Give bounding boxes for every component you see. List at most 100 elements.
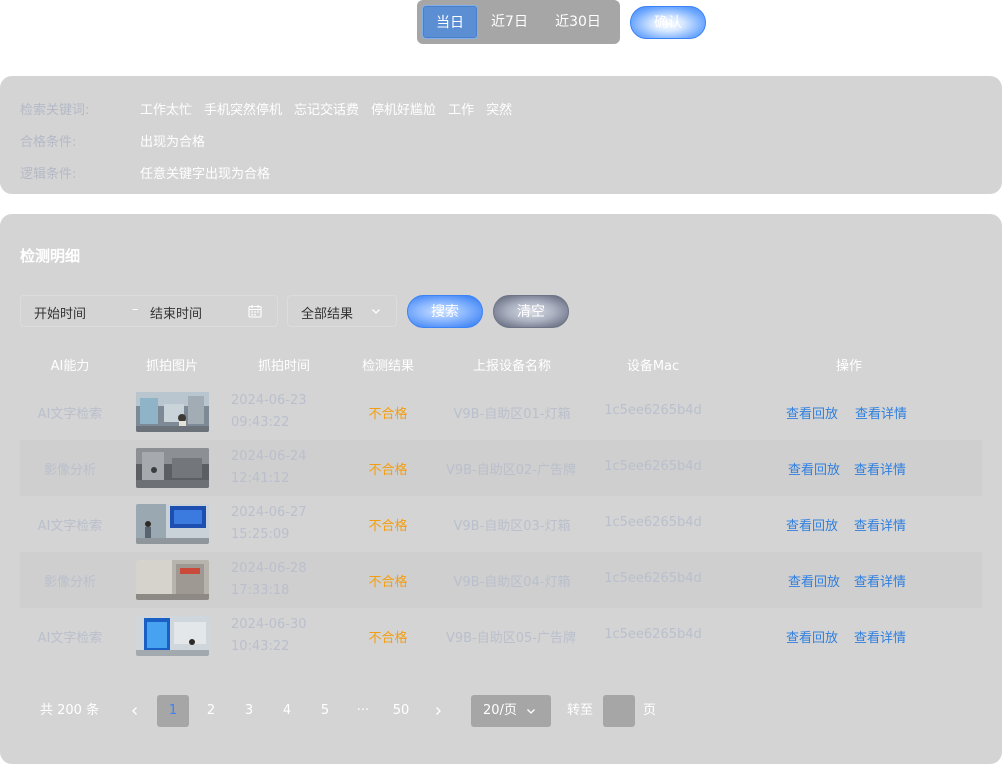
page-number-current[interactable]: 1 xyxy=(157,695,189,727)
device-mac-cell: 1c5ee6265b4d xyxy=(604,571,702,586)
table-row: AI文字检索 2024-06-30 10:43:22 不合格 V9B-自助区05-… xyxy=(20,608,982,664)
time-range-segmented-control: 当日 近7日 近30日 xyxy=(417,0,620,44)
capture-time-cell: 2024-06-30 10:43:22 xyxy=(231,614,307,658)
device-mac-cell: 1c5ee6265b4d xyxy=(604,403,702,418)
view-replay-link[interactable]: 查看回放 xyxy=(786,627,838,646)
snapshot-thumbnail[interactable] xyxy=(136,504,209,544)
view-replay-link[interactable]: 查看回放 xyxy=(788,571,840,590)
snapshot-thumbnail[interactable] xyxy=(136,560,209,600)
page-size-select[interactable]: 20/页 xyxy=(471,695,551,727)
page-number[interactable]: 3 xyxy=(233,695,265,727)
device-mac-cell: 1c5ee6265b4d xyxy=(604,459,702,474)
capture-clock: 09:43:22 xyxy=(231,415,290,430)
capture-clock: 15:25:09 xyxy=(231,527,290,542)
table-row: 影像分析 2024-06-24 12:41:12 不合格 V9B-自助区02-广告… xyxy=(20,440,982,496)
view-detail-link[interactable]: 查看详情 xyxy=(855,403,907,422)
start-time-input[interactable]: 开始时间 xyxy=(34,303,86,322)
page-size-value: 20/页 xyxy=(483,703,517,718)
time-option-30-days[interactable]: 近30日 xyxy=(543,5,613,39)
column-header: 操作 xyxy=(835,359,862,374)
snapshot-thumbnail[interactable] xyxy=(136,616,209,656)
device-name-cell: V9B-自助区05-广告牌 xyxy=(445,631,576,646)
result-filter-value: 全部结果 xyxy=(301,307,354,322)
page-number[interactable]: 5 xyxy=(309,695,341,727)
capture-date: 2024-06-30 xyxy=(231,617,307,632)
capture-date: 2024-06-24 xyxy=(231,449,307,464)
detection-detail-panel: 检测明细 开始时间 – 结束时间 全部结果 搜索 清空 AI能力 抓拍图片 抓拍… xyxy=(0,214,1002,764)
view-detail-link[interactable]: 查看详情 xyxy=(854,459,906,478)
keyword-tag: 忘记交话费 xyxy=(294,103,360,118)
result-cell: 不合格 xyxy=(368,519,408,534)
view-replay-link[interactable]: 查看回放 xyxy=(786,515,838,534)
pagination-total: 共 200 条 xyxy=(40,703,100,718)
ai-ability-cell: AI文字检索 xyxy=(37,631,103,646)
end-time-input[interactable]: 结束时间 xyxy=(150,303,202,322)
conditions-panel: 检索关键词: 工作太忙 手机突然停机 忘记交话费 停机好尴尬 工作 突然 合格条件: 出现… xyxy=(0,76,1002,194)
view-replay-link[interactable]: 查看回放 xyxy=(788,459,840,478)
keyword-tag: 停机好尴尬 xyxy=(371,103,437,118)
capture-time-cell: 2024-06-28 17:33:18 xyxy=(231,558,307,602)
range-separator: – xyxy=(132,302,139,317)
column-header: 检测结果 xyxy=(361,359,414,374)
result-cell: 不合格 xyxy=(368,463,408,478)
page-number[interactable]: 2 xyxy=(195,695,227,727)
column-header: 上报设备名称 xyxy=(472,359,551,374)
ai-ability-cell: AI文字检索 xyxy=(37,407,103,422)
ai-ability-cell: 影像分析 xyxy=(43,463,96,478)
keywords-list: 工作太忙 手机突然停机 忘记交话费 停机好尴尬 工作 突然 xyxy=(140,99,524,118)
pass-condition-value: 出现为合格 xyxy=(140,135,206,150)
table-header: AI能力 抓拍图片 抓拍时间 检测结果 上报设备名称 设备Mac 操作 xyxy=(0,355,1002,375)
device-mac-cell: 1c5ee6265b4d xyxy=(604,515,702,530)
chevron-down-icon xyxy=(372,309,380,314)
logic-condition-value: 任意关键字出现为合格 xyxy=(140,167,271,182)
jump-page-input[interactable] xyxy=(603,695,635,727)
view-detail-link[interactable]: 查看详情 xyxy=(854,571,906,590)
table-row: 影像分析 2024-06-28 17:33:18 不合格 V9B-自助区04-灯箱… xyxy=(20,552,982,608)
page-ellipsis[interactable]: ··· xyxy=(347,695,379,727)
capture-clock: 10:43:22 xyxy=(231,639,290,654)
jump-label: 转至 xyxy=(567,703,594,718)
column-header: 抓拍图片 xyxy=(145,359,198,374)
column-header: 抓拍时间 xyxy=(257,359,310,374)
confirm-button[interactable]: 确认 xyxy=(630,6,706,39)
result-filter-select[interactable]: 全部结果 xyxy=(287,295,397,327)
capture-time-cell: 2024-06-27 15:25:09 xyxy=(231,502,307,546)
page-suffix-label: 页 xyxy=(643,703,657,718)
view-detail-link[interactable]: 查看详情 xyxy=(854,627,906,646)
device-name-cell: V9B-自助区04-灯箱 xyxy=(453,575,571,590)
keyword-tag: 工作 xyxy=(448,103,475,118)
clear-button[interactable]: 清空 xyxy=(493,295,569,328)
column-header: AI能力 xyxy=(50,359,90,374)
chevron-left-icon[interactable] xyxy=(129,705,141,717)
capture-clock: 12:41:12 xyxy=(231,471,290,486)
time-option-today[interactable]: 当日 xyxy=(422,5,478,39)
date-range-picker[interactable]: 开始时间 – 结束时间 xyxy=(20,295,278,327)
capture-time-cell: 2024-06-23 09:43:22 xyxy=(231,390,307,434)
capture-time-cell: 2024-06-24 12:41:12 xyxy=(231,446,307,490)
time-option-7-days[interactable]: 近7日 xyxy=(482,5,537,39)
view-detail-link[interactable]: 查看详情 xyxy=(854,515,906,534)
result-cell: 不合格 xyxy=(368,575,408,590)
snapshot-thumbnail[interactable] xyxy=(136,448,209,488)
capture-date: 2024-06-27 xyxy=(231,505,307,520)
page-number[interactable]: 50 xyxy=(385,695,417,727)
keyword-tag: 突然 xyxy=(486,103,513,118)
detail-title: 检测明细 xyxy=(20,247,81,265)
column-header: 设备Mac xyxy=(626,359,680,374)
keyword-tag: 工作太忙 xyxy=(140,103,193,118)
chevron-down-icon xyxy=(527,709,535,714)
chevron-right-icon[interactable] xyxy=(432,705,444,717)
snapshot-thumbnail[interactable] xyxy=(136,392,209,432)
capture-clock: 17:33:18 xyxy=(231,583,290,598)
calendar-icon[interactable] xyxy=(248,304,262,318)
ai-ability-cell: 影像分析 xyxy=(43,575,96,590)
device-mac-cell: 1c5ee6265b4d xyxy=(604,627,702,642)
ai-ability-cell: AI文字检索 xyxy=(37,519,103,534)
page-number[interactable]: 4 xyxy=(271,695,303,727)
search-button[interactable]: 搜索 xyxy=(407,295,483,328)
view-replay-link[interactable]: 查看回放 xyxy=(786,403,838,422)
capture-date: 2024-06-28 xyxy=(231,561,307,576)
capture-date: 2024-06-23 xyxy=(231,393,307,408)
table-row: AI文字检索 2024-06-23 09:43:22 不合格 V9B-自助区01-… xyxy=(20,384,982,440)
table-row: AI文字检索 2024-06-27 15:25:09 不合格 V9B-自助区03-… xyxy=(20,496,982,552)
